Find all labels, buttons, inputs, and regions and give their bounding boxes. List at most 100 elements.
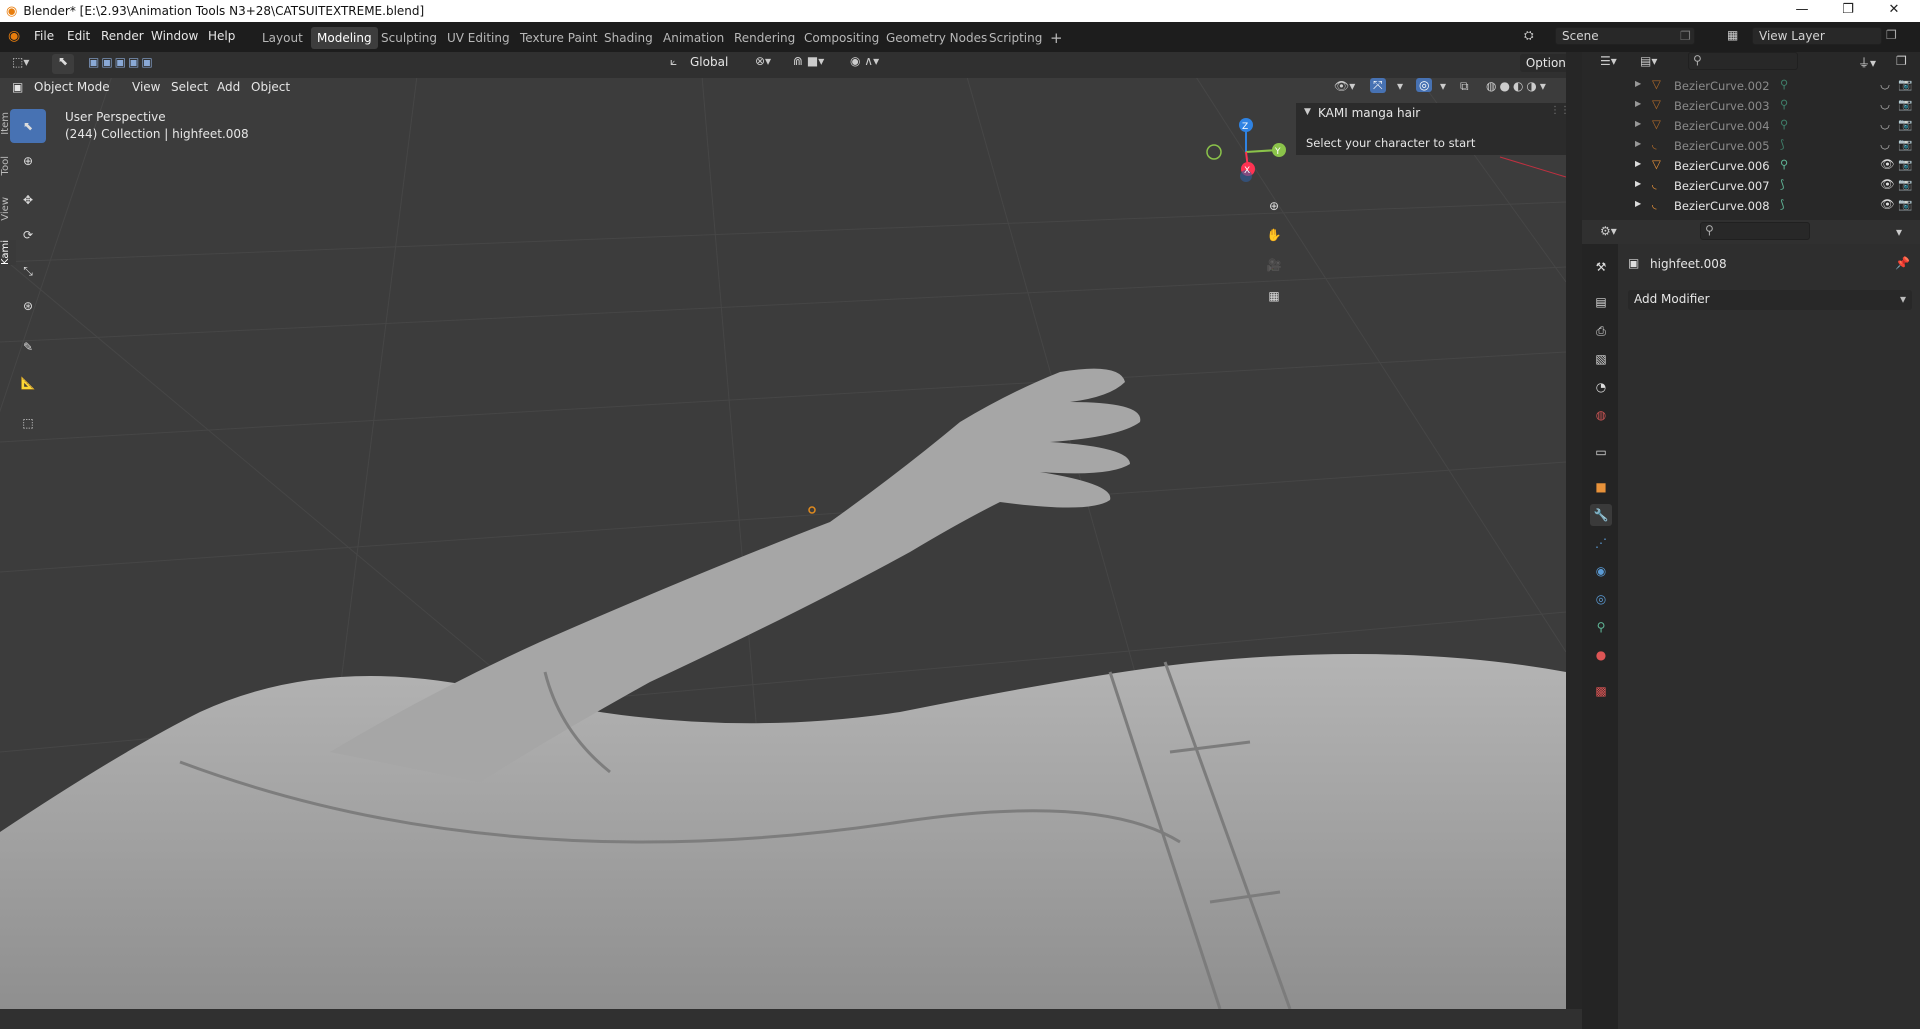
outliner-editor-icon[interactable]: ☰▾	[1600, 54, 1617, 68]
expand-arrow-icon[interactable]: ▶	[1635, 199, 1641, 208]
render-camera-icon[interactable]: 📷	[1898, 157, 1912, 171]
gizmo-dropdown-icon[interactable]: ▾	[1397, 79, 1403, 93]
outliner-search[interactable]: ⚲	[1688, 52, 1798, 70]
expand-arrow-icon[interactable]: ▶	[1635, 159, 1641, 168]
scene-copy-icon[interactable]: ❐	[1680, 29, 1691, 43]
overlays-icon[interactable]: ◎	[1416, 78, 1433, 92]
pivot-icon[interactable]: ⊗▾	[755, 54, 771, 68]
expand-arrow-icon[interactable]: ▶	[1635, 179, 1641, 188]
outliner-row[interactable]: ▶ ▽ BezierCurve.006 ⚲ 👁 📷	[1582, 156, 1920, 176]
editor-type-icon[interactable]: ⬚▾	[12, 55, 29, 69]
pan-button[interactable]: ✋	[1261, 222, 1287, 248]
tab-uv-editing[interactable]: UV Editing	[447, 31, 510, 45]
add-modifier-dropdown[interactable]: Add Modifier ▾	[1628, 290, 1912, 310]
annotate-tool[interactable]: ✎	[10, 330, 46, 364]
tab-layout[interactable]: Layout	[262, 31, 303, 45]
render-camera-icon[interactable]: 📷	[1898, 117, 1912, 131]
tab-scripting[interactable]: Scripting	[989, 31, 1042, 45]
outliner-row[interactable]: ▶ ◟ BezierCurve.005 ⟆ ◡ 📷	[1582, 136, 1920, 156]
proportional-edit-icon[interactable]: ◉ ∧▾	[850, 54, 879, 68]
overlays-dropdown-icon[interactable]: ▾	[1440, 79, 1446, 93]
sidebar-tab-tool[interactable]: Tool	[0, 156, 16, 175]
view-layer-icon[interactable]: ▦	[1727, 28, 1738, 42]
properties-search[interactable]: ⚲	[1700, 222, 1810, 240]
eye-icon[interactable]: 👁	[1880, 157, 1895, 171]
render-camera-icon[interactable]: 📷	[1898, 177, 1912, 191]
tab-texture-paint[interactable]: Texture Paint	[520, 31, 597, 45]
tab-modeling[interactable]: Modeling	[311, 27, 378, 49]
menu-window[interactable]: Window	[151, 29, 198, 43]
menu-render[interactable]: Render	[101, 29, 144, 43]
tab-animation[interactable]: Animation	[663, 31, 724, 45]
physics-tab[interactable]: ◉	[1590, 560, 1612, 582]
object-mode-dropdown[interactable]: Object Mode	[34, 80, 110, 94]
add-cube-tool[interactable]: ⬚	[10, 406, 46, 440]
transform-orientation-icon[interactable]: ⟀	[670, 54, 677, 69]
material-tab[interactable]: ●	[1590, 644, 1612, 666]
navigation-gizmo[interactable]: Z Y X	[1200, 112, 1290, 192]
perspective-toggle-button[interactable]: ▦	[1261, 283, 1287, 309]
scene-selector[interactable]: Scene ❐	[1555, 27, 1695, 45]
sidebar-tab-view[interactable]: View	[0, 197, 16, 221]
tool-tab[interactable]: ⚒	[1590, 256, 1612, 278]
output-tab[interactable]: ⎙	[1590, 320, 1612, 342]
select-mode-icons[interactable]: ▣▣▣▣▣	[88, 55, 155, 69]
hidden-eye-icon[interactable]: ◡	[1880, 137, 1890, 151]
viewport-menu-object[interactable]: Object	[251, 80, 290, 94]
sidebar-tab-item[interactable]: Item	[0, 112, 16, 135]
tab-shading[interactable]: Shading	[604, 31, 653, 45]
minimize-button[interactable]: —	[1780, 0, 1824, 22]
pin-icon[interactable]: 📌	[1895, 256, 1910, 270]
render-camera-icon[interactable]: 📷	[1898, 77, 1912, 91]
properties-editor-icon[interactable]: ⚙▾	[1600, 224, 1617, 238]
menu-help[interactable]: Help	[208, 29, 235, 43]
scene-tab[interactable]: ◔	[1590, 376, 1612, 398]
viewport-menu-view[interactable]: View	[132, 80, 160, 94]
tab-sculpting[interactable]: Sculpting	[381, 31, 437, 45]
hidden-eye-icon[interactable]: ◡	[1880, 97, 1890, 111]
shading-modes-icons[interactable]: ◍●◐◑▾	[1486, 79, 1549, 93]
blender-menu-icon[interactable]: ◉	[8, 28, 20, 44]
eye-icon[interactable]: 👁	[1880, 177, 1895, 191]
zoom-button[interactable]: ⊕	[1261, 193, 1287, 219]
properties-options-icon[interactable]: ▾	[1896, 225, 1902, 239]
data-tab[interactable]: ⚲	[1590, 616, 1612, 638]
measure-tool[interactable]: 📐	[10, 366, 46, 400]
view-layer-selector[interactable]: View Layer	[1752, 27, 1882, 45]
maximize-button[interactable]: ❐	[1826, 0, 1870, 22]
hidden-eye-icon[interactable]: ◡	[1880, 117, 1890, 131]
add-workspace-button[interactable]: +	[1050, 29, 1063, 47]
outliner-row[interactable]: ▶ ▽ BezierCurve.003 ⚲ ◡ 📷	[1582, 96, 1920, 116]
render-camera-icon[interactable]: 📷	[1898, 197, 1912, 211]
snap-icon[interactable]: ⋒ ■▾	[793, 54, 824, 68]
filter-icon[interactable]: ⏚▾	[1858, 54, 1876, 71]
select-tool-icon[interactable]: ⬉	[52, 54, 74, 74]
modifier-tab[interactable]: 🔧	[1590, 504, 1612, 526]
tab-geometry-nodes[interactable]: Geometry Nodes	[886, 31, 987, 45]
render-tab[interactable]: ▤	[1590, 291, 1612, 313]
expand-arrow-icon[interactable]: ▶	[1635, 79, 1641, 88]
transform-tool[interactable]: ⊛	[10, 289, 46, 323]
xray-icon[interactable]: ⧉	[1460, 79, 1469, 94]
texture-tab[interactable]: ▩	[1590, 680, 1612, 702]
viewport-menu-add[interactable]: Add	[217, 80, 240, 94]
particles-tab[interactable]: ⋰	[1590, 532, 1612, 554]
menu-edit[interactable]: Edit	[67, 29, 90, 43]
view-layer-copy-icon[interactable]: ❐	[1886, 28, 1897, 42]
menu-file[interactable]: File	[34, 29, 54, 43]
tab-rendering[interactable]: Rendering	[734, 31, 795, 45]
render-camera-icon[interactable]: 📷	[1898, 97, 1912, 111]
outliner-row[interactable]: ▶ ◟ BezierCurve.008 ⟆ 👁 📷	[1582, 196, 1920, 216]
constraints-tab[interactable]: ◎	[1590, 588, 1612, 610]
scene-icon[interactable]: ⛭	[1524, 28, 1534, 43]
expand-arrow-icon[interactable]: ▶	[1635, 139, 1641, 148]
visibility-icon[interactable]: 👁▾	[1334, 79, 1355, 93]
transform-orientation[interactable]: Global	[690, 55, 728, 69]
panel-collapse-icon[interactable]: ▼	[1304, 107, 1311, 117]
3d-viewport[interactable]	[0, 52, 1566, 1009]
viewport-menu-select[interactable]: Select	[171, 80, 208, 94]
hidden-eye-icon[interactable]: ◡	[1880, 77, 1890, 91]
collection-tab[interactable]: ▭	[1590, 441, 1612, 463]
world-tab[interactable]: ◍	[1590, 404, 1612, 426]
object-tab[interactable]: ■	[1590, 476, 1612, 498]
